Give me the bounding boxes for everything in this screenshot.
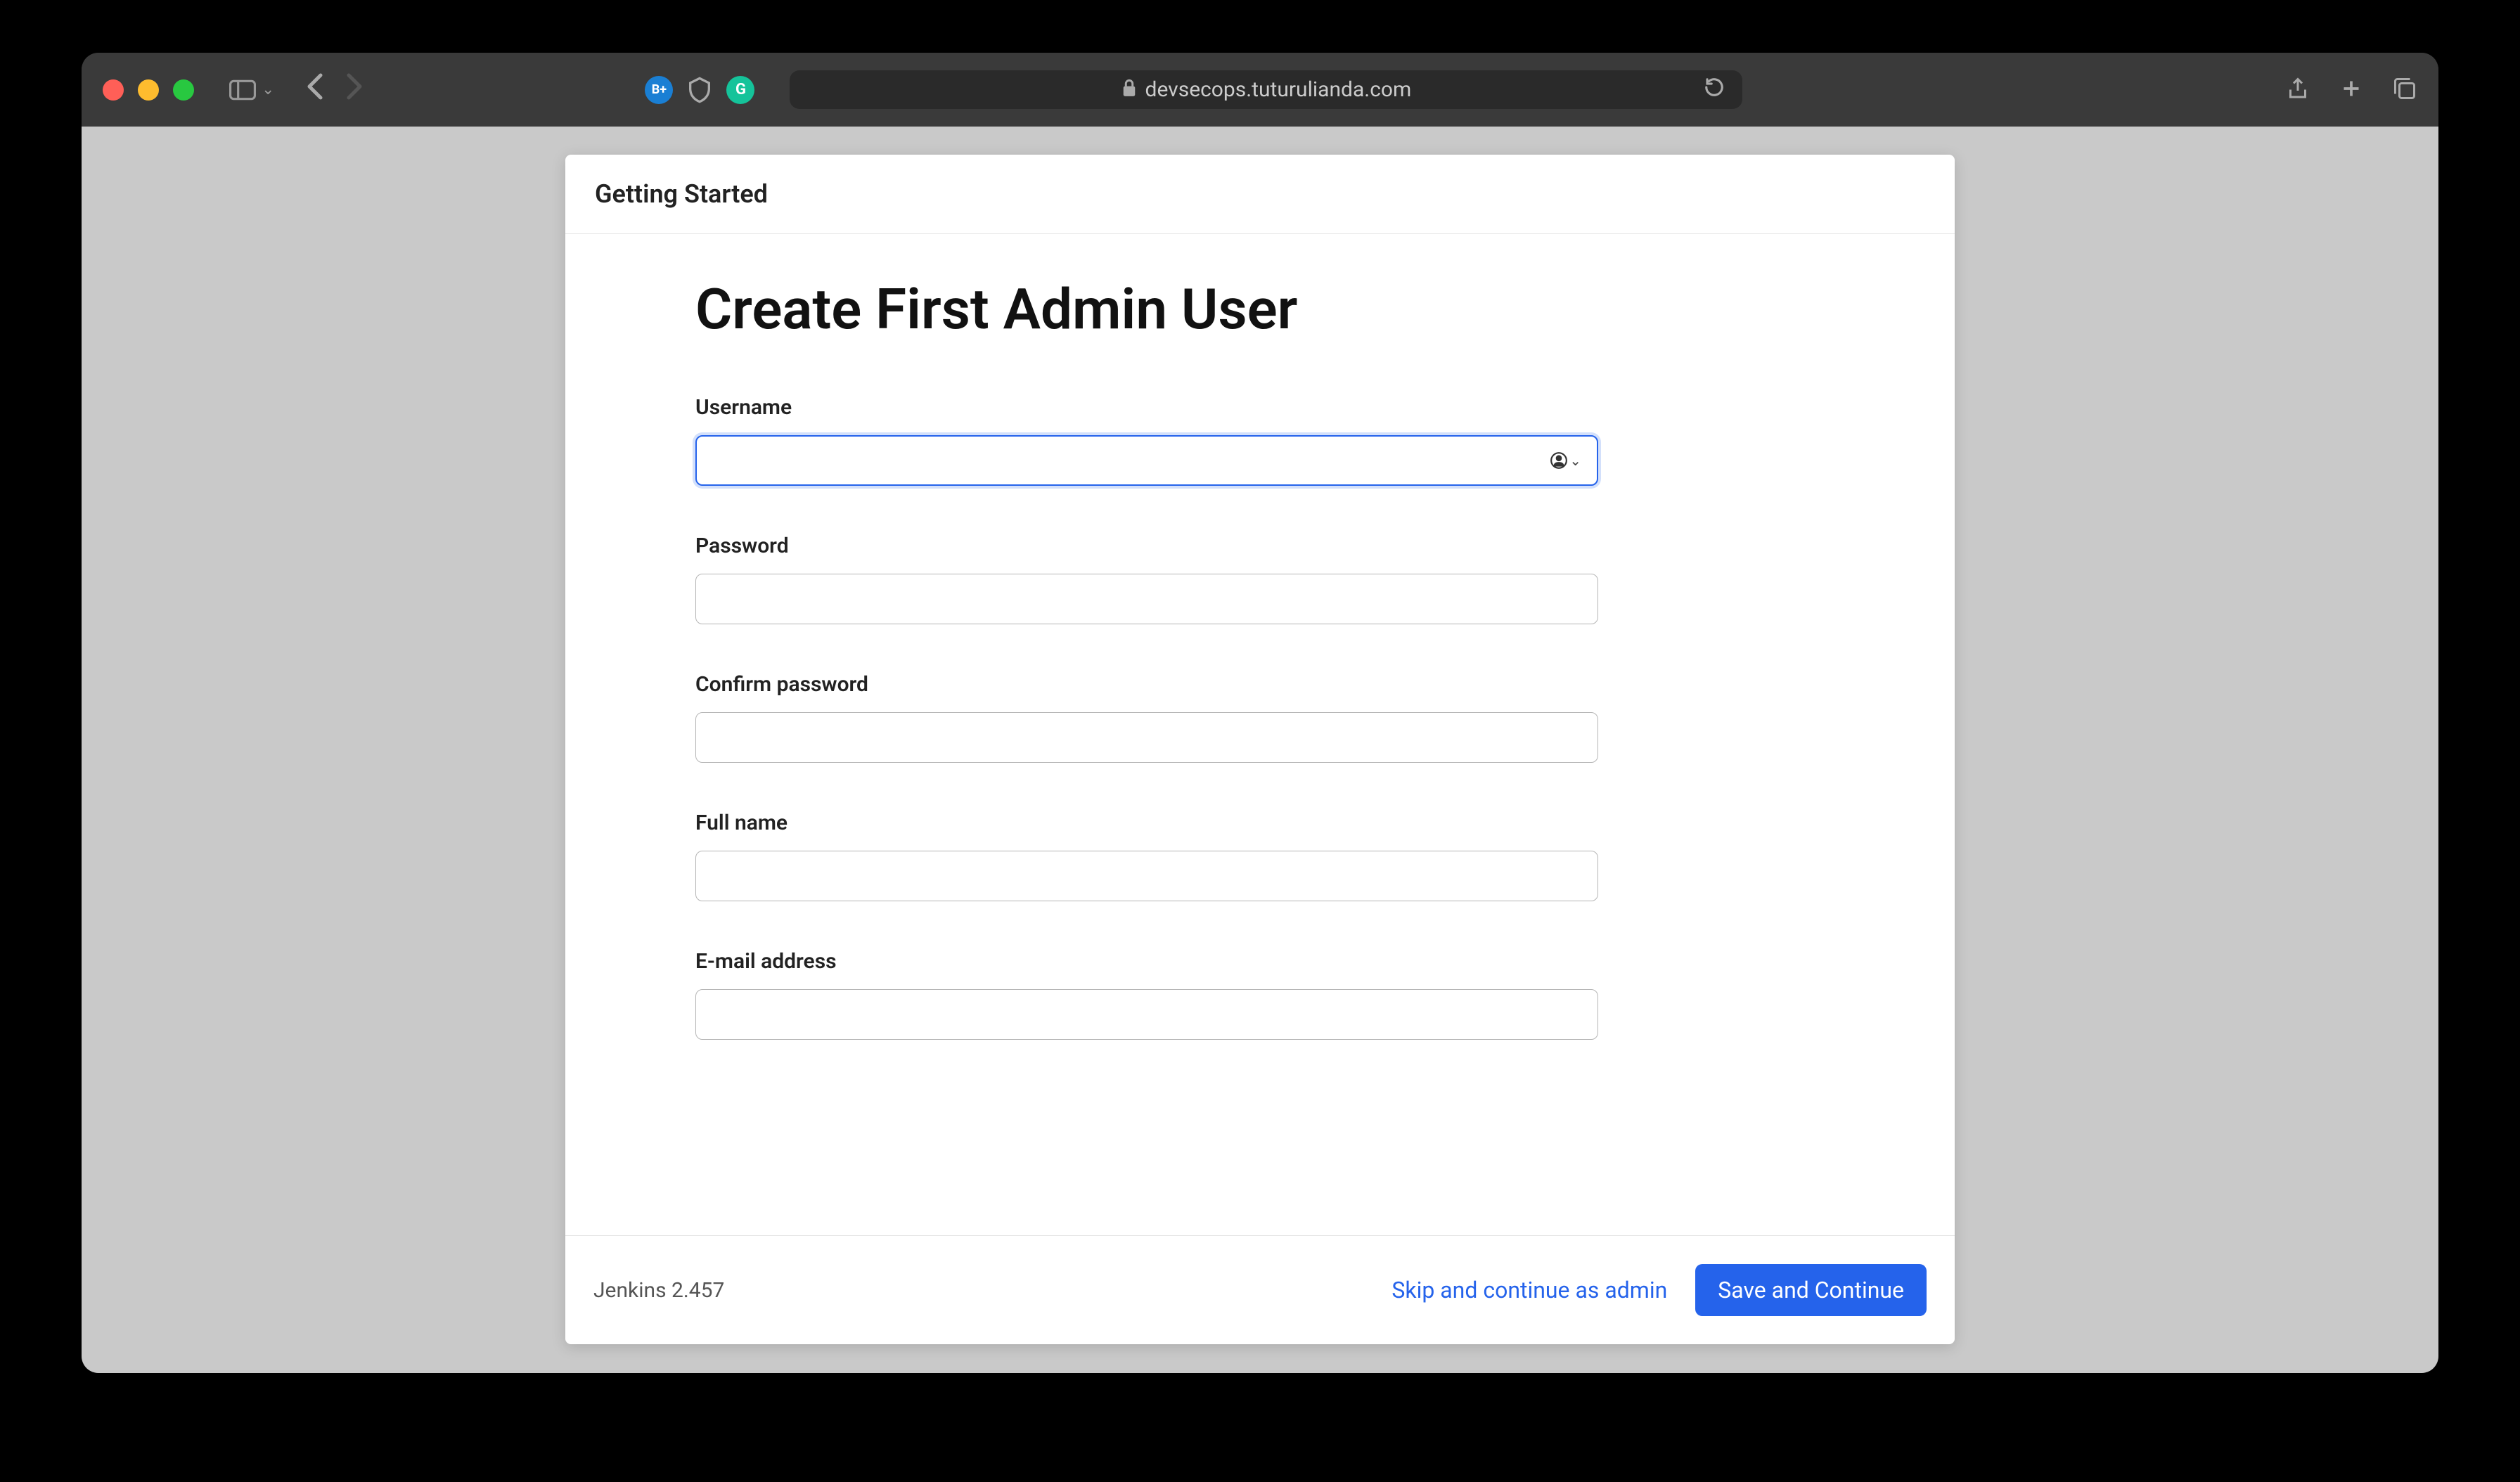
confirm-password-group: Confirm password <box>695 672 1825 763</box>
page-title: Create First Admin User <box>695 276 1825 342</box>
email-input[interactable] <box>695 989 1598 1040</box>
confirm-password-label: Confirm password <box>695 672 1825 697</box>
full-name-group: Full name <box>695 811 1825 901</box>
username-label: Username <box>695 395 1825 420</box>
email-group: E-mail address <box>695 949 1825 1040</box>
password-group: Password <box>695 534 1825 624</box>
lock-icon <box>1121 79 1137 101</box>
full-name-label: Full name <box>695 811 1825 835</box>
close-window-button[interactable] <box>103 79 124 101</box>
browser-window: ⌄ B+ G devsecops.tuturuli <box>82 53 2438 1373</box>
maximize-window-button[interactable] <box>173 79 194 101</box>
autofill-contact-icon[interactable]: ⌄ <box>1550 451 1581 470</box>
email-label: E-mail address <box>695 949 1825 974</box>
password-label: Password <box>695 534 1825 558</box>
dialog-header: Getting Started <box>565 155 1955 234</box>
dialog-body: Create First Admin User Username ⌄ <box>565 234 1955 1235</box>
confirm-password-input[interactable] <box>695 712 1598 763</box>
extension-grammarly-icon[interactable]: G <box>726 76 754 104</box>
sidebar-toggle-button[interactable]: ⌄ <box>229 79 274 101</box>
page-content: Getting Started Create First Admin User … <box>82 127 2438 1373</box>
back-button[interactable] <box>306 72 324 108</box>
new-tab-icon[interactable] <box>2339 76 2364 104</box>
save-continue-button[interactable]: Save and Continue <box>1695 1264 1927 1316</box>
version-text: Jenkins 2.457 <box>593 1278 724 1303</box>
password-input[interactable] <box>695 574 1598 624</box>
tabs-icon[interactable] <box>2392 76 2417 104</box>
url-text: devsecops.tuturulianda.com <box>1145 77 1412 102</box>
share-icon[interactable] <box>2285 76 2310 104</box>
extension-shield-icon[interactable] <box>686 76 714 104</box>
skip-button[interactable]: Skip and continue as admin <box>1391 1277 1667 1303</box>
dialog-footer: Jenkins 2.457 Skip and continue as admin… <box>565 1235 1955 1344</box>
window-controls <box>103 79 194 101</box>
username-group: Username ⌄ <box>695 395 1825 486</box>
setup-dialog: Getting Started Create First Admin User … <box>565 155 1955 1344</box>
address-bar[interactable]: devsecops.tuturulianda.com <box>790 70 1742 109</box>
extension-bplus-icon[interactable]: B+ <box>645 76 673 104</box>
minimize-window-button[interactable] <box>138 79 159 101</box>
username-input[interactable] <box>695 435 1598 486</box>
full-name-input[interactable] <box>695 851 1598 901</box>
dialog-header-title: Getting Started <box>595 179 1925 209</box>
browser-toolbar: ⌄ B+ G devsecops.tuturuli <box>82 53 2438 127</box>
reload-button[interactable] <box>1704 77 1725 103</box>
forward-button[interactable] <box>345 72 364 108</box>
